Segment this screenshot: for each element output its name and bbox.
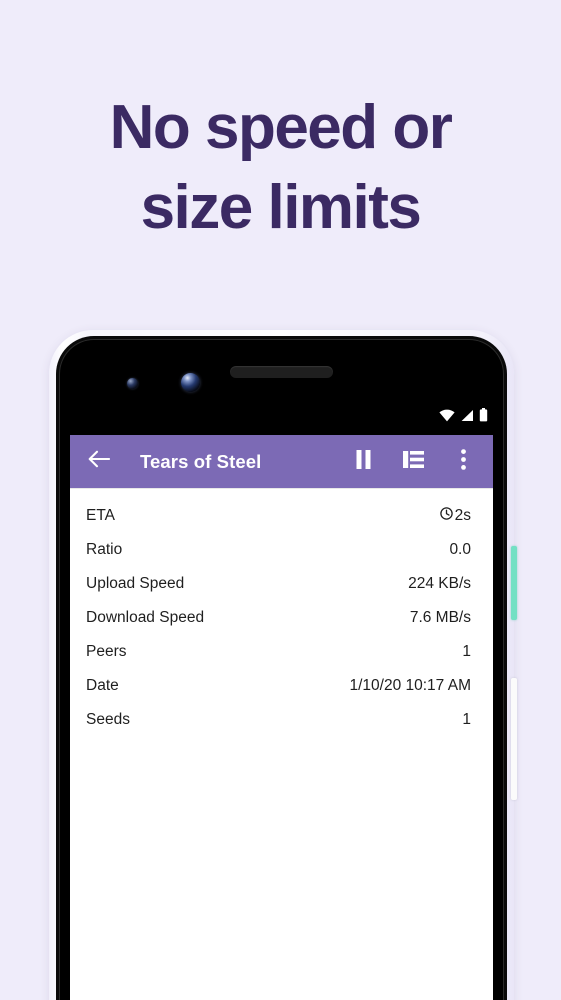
overflow-menu-button[interactable] [451, 448, 475, 475]
battery-icon [479, 408, 488, 422]
more-vert-icon [460, 448, 466, 475]
page-title: No speed or size limits [0, 88, 561, 248]
app-bar-actions [351, 448, 479, 475]
detail-value: 7.6 MB/s [409, 609, 471, 626]
detail-value: 0.0 [449, 541, 471, 558]
detail-label: ETA [86, 507, 115, 524]
app-bar: Tears of Steel [70, 435, 493, 488]
pause-button[interactable] [351, 449, 375, 474]
earpiece-speaker [230, 366, 333, 378]
power-button[interactable] [511, 546, 517, 620]
back-button[interactable] [86, 449, 112, 475]
list-icon [402, 450, 424, 474]
pause-icon [355, 449, 372, 474]
detail-label: Upload Speed [86, 575, 185, 592]
detail-row-date[interactable]: Date 1/10/20 10:17 AM [86, 669, 471, 703]
front-camera-large-icon [181, 373, 200, 392]
back-arrow-icon [88, 450, 111, 473]
files-list-button[interactable] [401, 450, 425, 474]
detail-row-download-speed[interactable]: Download Speed 7.6 MB/s [86, 601, 471, 635]
detail-value: 1 [462, 711, 471, 728]
detail-row-ratio[interactable]: Ratio 0.0 [86, 533, 471, 567]
detail-row-seeds[interactable]: Seeds 1 [86, 703, 471, 737]
app-bar-title: Tears of Steel [140, 450, 262, 472]
detail-label: Seeds [86, 711, 130, 728]
headline-line-1: No speed or [109, 93, 453, 162]
torrent-detail-list: ETA 2s Ratio 0.0 Upload Speed 224 KB/s D… [70, 489, 493, 737]
detail-label: Download Speed [86, 609, 205, 626]
cellular-signal-icon [460, 409, 474, 422]
detail-value-group: 2s [439, 507, 471, 525]
phone-screen: Tears of Steel ETA 2s Ratio 0.0 Upload S… [70, 435, 493, 1000]
detail-value: 1 [462, 643, 471, 660]
headline-line-2: size limits [140, 173, 422, 242]
front-camera-small-icon [127, 378, 138, 389]
detail-value: 2s [454, 507, 471, 524]
status-bar [59, 402, 504, 428]
detail-label: Ratio [86, 541, 123, 558]
detail-row-eta[interactable]: ETA 2s [86, 499, 471, 533]
phone-mockup: Tears of Steel ETA 2s Ratio 0.0 Upload S… [49, 330, 517, 1000]
detail-label: Date [86, 677, 119, 694]
detail-label: Peers [86, 643, 127, 660]
detail-row-upload-speed[interactable]: Upload Speed 224 KB/s [86, 567, 471, 601]
clock-icon [439, 507, 453, 525]
volume-rocker[interactable] [511, 678, 517, 800]
detail-value: 1/10/20 10:17 AM [349, 677, 471, 694]
detail-value: 224 KB/s [408, 575, 471, 592]
wifi-icon [439, 409, 455, 422]
detail-row-peers[interactable]: Peers 1 [86, 635, 471, 669]
